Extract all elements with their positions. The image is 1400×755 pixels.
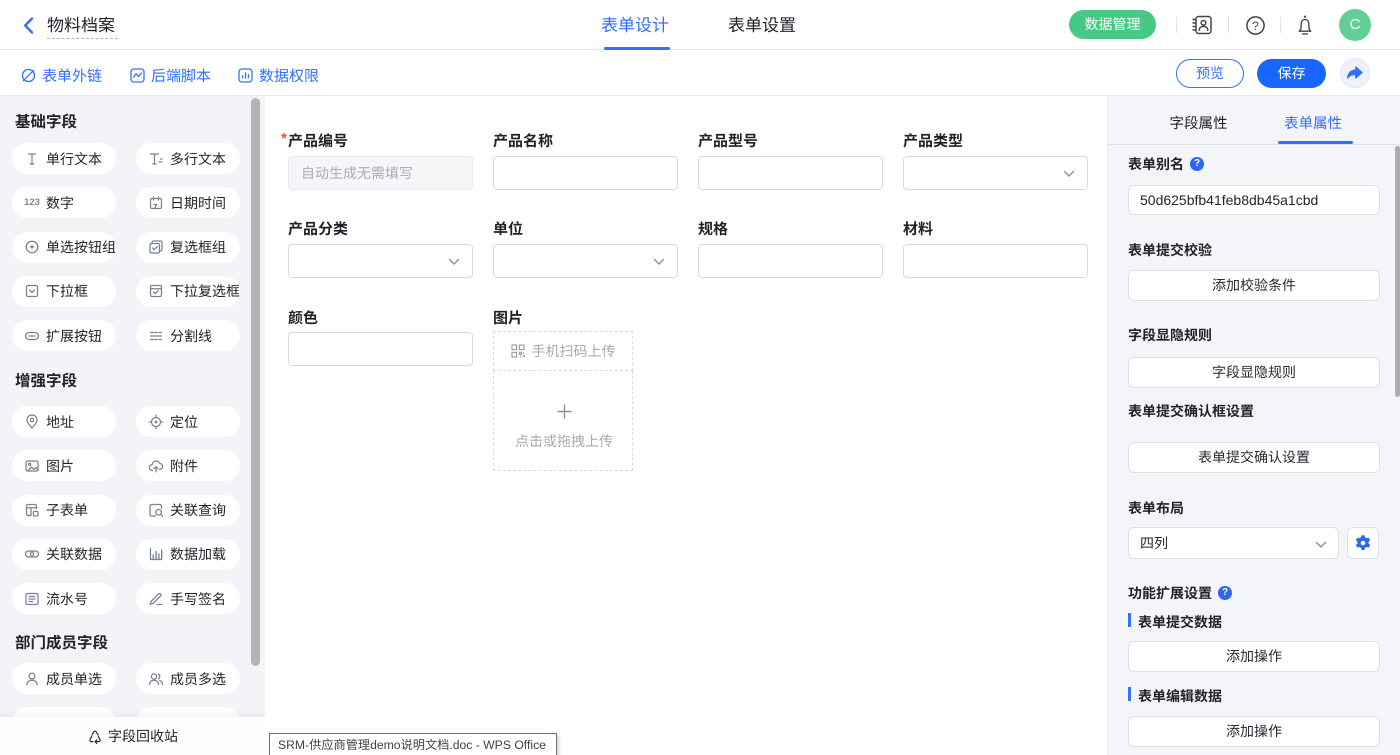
svg-text:?: ?	[1252, 18, 1259, 32]
